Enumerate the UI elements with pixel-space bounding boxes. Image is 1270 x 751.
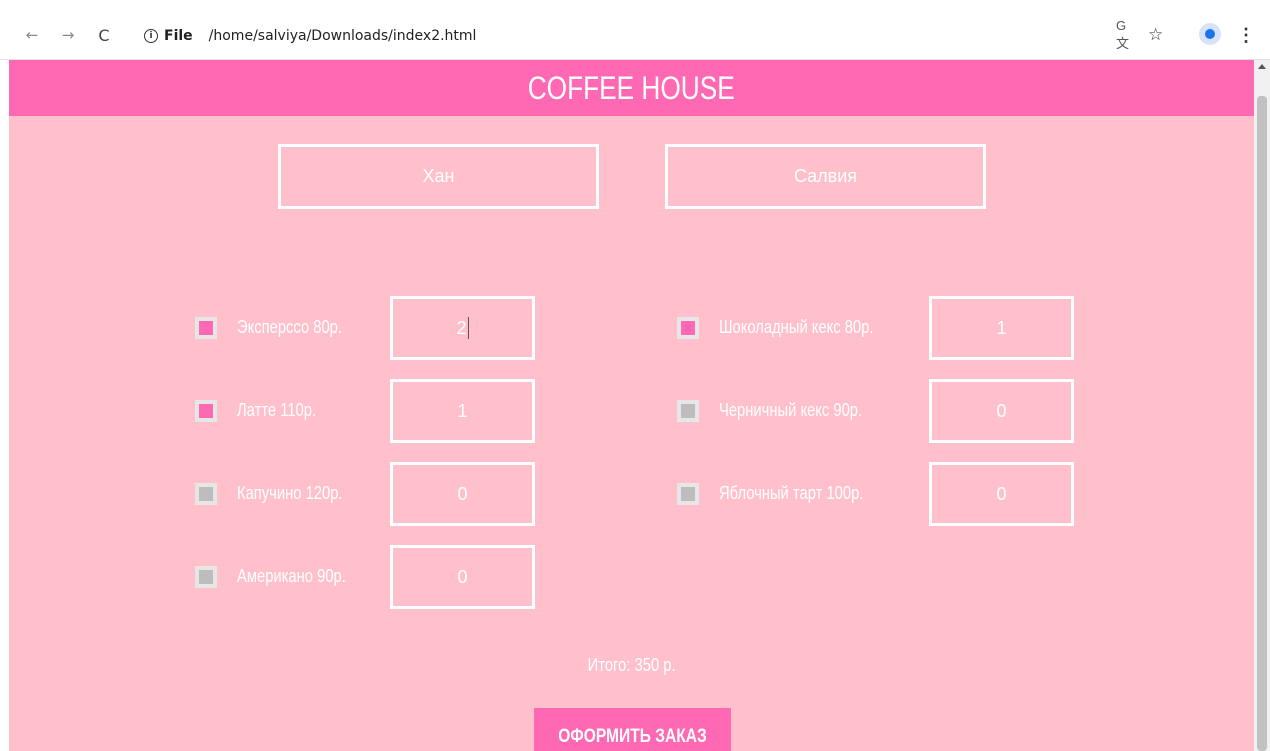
checkbox-fill <box>199 487 213 501</box>
tab-strip-edge <box>0 0 1270 10</box>
qty-input-latte[interactable]: 1 <box>390 379 535 443</box>
name-box-1: Хан <box>278 144 599 209</box>
menu-kebab-icon[interactable]: ⋮ <box>1237 23 1255 47</box>
item-label-apple-tart: Яблочный тарт 100р. <box>719 483 864 503</box>
qty-value: 2 <box>456 317 467 338</box>
scroll-up-arrow-icon[interactable] <box>1258 64 1266 69</box>
page-viewport: COFFEE HOUSE Хан Салвия Эксперссо 80р. 2… <box>9 60 1254 751</box>
checkbox-fill <box>199 321 213 335</box>
checkbox-fill <box>681 321 695 335</box>
checkbox-fill <box>199 570 213 584</box>
checkbox-fill <box>199 404 213 418</box>
address-bar[interactable]: i File /home/salviya/Downloads/index2.ht… <box>132 21 1182 51</box>
qty-input-apple-tart[interactable]: 0 <box>929 462 1074 526</box>
order-total-text: Итого: 350 р. <box>587 655 676 675</box>
item-label-cappuccino: Капучино 120р. <box>237 483 343 503</box>
item-label-chocolate-cupcake: Шоколадный кекс 80р. <box>719 317 874 337</box>
checkbox-apple-tart[interactable] <box>677 483 699 505</box>
profile-avatar-icon[interactable] <box>1199 23 1221 45</box>
place-order-button[interactable]: ОФОРМИТЬ ЗАКАЗ <box>534 708 731 751</box>
qty-input-chocolate-cupcake[interactable]: 1 <box>929 296 1074 360</box>
profile-head <box>1205 29 1215 39</box>
translate-icon[interactable]: G文 <box>1116 18 1136 51</box>
place-order-label: ОФОРМИТЬ ЗАКАЗ <box>558 726 707 747</box>
text-cursor <box>467 317 469 339</box>
checkbox-latte[interactable] <box>195 400 217 422</box>
bookmark-star-icon[interactable]: ☆ <box>1148 23 1168 47</box>
checkbox-fill <box>681 404 695 418</box>
qty-input-espresso[interactable]: 2 <box>390 296 535 360</box>
item-label-latte: Латте 110р. <box>237 400 317 420</box>
checkbox-americano[interactable] <box>195 566 217 588</box>
checkbox-cappuccino[interactable] <box>195 483 217 505</box>
name-box-2: Салвия <box>665 144 986 209</box>
info-icon[interactable]: i <box>144 29 158 43</box>
reload-icon[interactable]: C <box>94 25 114 45</box>
qty-input-americano[interactable]: 0 <box>390 545 535 609</box>
item-label-espresso: Эксперссо 80р. <box>237 317 342 337</box>
checkbox-chocolate-cupcake[interactable] <box>677 317 699 339</box>
page-title: COFFEE HOUSE <box>527 69 736 106</box>
url-text[interactable]: /home/salviya/Downloads/index2.html <box>209 28 477 44</box>
qty-input-cappuccino[interactable]: 0 <box>390 462 535 526</box>
vertical-scrollbar[interactable] <box>1254 60 1270 751</box>
checkbox-espresso[interactable] <box>195 317 217 339</box>
item-label-americano: Американо 90р. <box>237 566 346 586</box>
order-total: Итого: 350 р. <box>9 655 1254 676</box>
browser-toolbar: ← → C i File /home/salviya/Downloads/ind… <box>0 0 1270 60</box>
checkbox-fill <box>681 487 695 501</box>
page-header: COFFEE HOUSE <box>9 60 1254 116</box>
qty-input-blueberry-cupcake[interactable]: 0 <box>929 379 1074 443</box>
forward-arrow-icon[interactable]: → <box>58 25 78 45</box>
back-arrow-icon[interactable]: ← <box>22 25 42 45</box>
item-label-blueberry-cupcake: Черничный кекс 90р. <box>719 400 863 420</box>
checkbox-blueberry-cupcake[interactable] <box>677 400 699 422</box>
scheme-label: File <box>164 28 193 44</box>
scrollbar-thumb[interactable] <box>1257 96 1267 751</box>
